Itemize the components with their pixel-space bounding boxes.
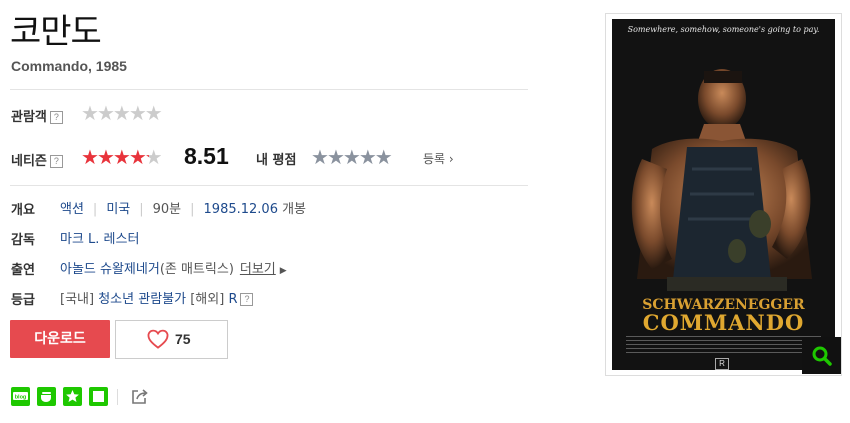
svg-text:blog: blog (15, 395, 27, 401)
download-button[interactable]: 다운로드 (10, 320, 110, 358)
audience-label-text: 관람객 (11, 110, 47, 125)
magnifier-icon (812, 346, 832, 366)
poster-credits (626, 336, 821, 356)
movie-poster[interactable]: Somewhere, somehow, someone's going to p… (612, 19, 835, 370)
chevron-right-icon: › (445, 152, 454, 166)
star-icon: ★ (81, 101, 99, 125)
star-icon: ★ (96, 145, 115, 169)
domestic-grade-link[interactable]: 청소년 관람불가 (98, 292, 186, 307)
star-icon: ★ (144, 145, 163, 169)
director-line: 마크 L. 레스터 (60, 228, 139, 247)
cast-label: 출연 (11, 263, 35, 278)
star-icon: ★ (128, 101, 147, 125)
poster-frame[interactable]: Somewhere, somehow, someone's going to p… (605, 13, 842, 376)
country-link[interactable]: 미국 (106, 202, 130, 217)
netizen-label-text: 네티즌 (11, 154, 47, 169)
netizen-rating-label: 네티즌? (11, 150, 63, 169)
separator: | (139, 202, 144, 217)
like-count: 75 (175, 331, 191, 347)
star-icon: ★ (96, 101, 115, 125)
poster-tagline: Somewhere, somehow, someone's going to p… (627, 25, 820, 34)
audience-stars: ★★★★★ (81, 101, 163, 125)
overseas-grade: R (228, 292, 238, 307)
poster-rating-mark: R (715, 358, 729, 370)
cast-link[interactable]: 아놀드 슈왈제네거 (60, 262, 160, 277)
zoom-button[interactable] (802, 337, 841, 374)
help-icon[interactable]: ? (49, 111, 63, 124)
heart-icon (147, 329, 169, 349)
help-icon[interactable]: ? (49, 155, 63, 168)
director-link[interactable]: 마크 L. 레스터 (60, 232, 139, 247)
genre-link[interactable]: 액션 (60, 202, 84, 217)
overseas-tag: [해외] (190, 292, 225, 307)
blog-icon[interactable]: blog (11, 387, 30, 406)
star-icon[interactable]: ★ (343, 145, 361, 169)
runtime: 90분 (152, 202, 182, 217)
release-date-link[interactable]: 1985.12.06 (204, 202, 278, 217)
domestic-tag: [국내] (60, 292, 95, 307)
star-icon[interactable]: ★ (311, 145, 329, 169)
grade-line: [국내] 청소년 관람불가 [해외] R? (60, 288, 254, 307)
star-icon: ★ (112, 145, 131, 169)
star-icon: ★ (81, 145, 99, 169)
divider (10, 185, 528, 186)
poster-film-title: COMMANDO (642, 310, 805, 335)
divider (117, 389, 118, 405)
help-icon[interactable]: ? (240, 293, 254, 306)
overview-line: 액션 | 미국 | 90분 | 1985.12.06 개봉 (60, 198, 306, 217)
release-suffix: 개봉 (277, 202, 307, 217)
register-label: 등록 (423, 152, 446, 166)
star-icon: ★ (128, 145, 147, 169)
register-rating-link[interactable]: 등록 › (423, 150, 454, 167)
caret-right-icon: ▶ (279, 266, 287, 276)
movie-title: 코만도 (10, 12, 102, 52)
star-icon[interactable]: ★ (359, 145, 377, 169)
netizen-score: 8.51 (184, 143, 229, 169)
separator: | (190, 202, 195, 217)
cafe-icon[interactable] (37, 387, 56, 406)
more-cast-link[interactable]: 더보기 (240, 262, 276, 277)
star-icon: ★ (144, 101, 163, 125)
star-icon: ★ (112, 101, 131, 125)
bookmark-icon[interactable] (63, 387, 82, 406)
my-rating-stars[interactable]: ★★★★★ (311, 145, 393, 169)
star-icon[interactable]: ★ (375, 145, 393, 169)
star-icon[interactable]: ★ (327, 145, 345, 169)
divider (10, 89, 528, 90)
like-button[interactable]: 75 (115, 320, 228, 359)
share-icon[interactable] (130, 387, 149, 406)
my-rating-label: 내 평점 (256, 153, 297, 168)
director-label: 감독 (11, 233, 35, 248)
movie-subtitle: Commando, 1985 (11, 58, 127, 74)
audience-rating-label: 관람객? (11, 106, 63, 125)
netizen-stars: ★★★★★ (81, 145, 163, 169)
cast-role: (존 매트릭스) (159, 262, 234, 277)
memo-icon[interactable] (89, 387, 108, 406)
overview-label: 개요 (11, 203, 35, 218)
grade-label: 등급 (11, 293, 35, 308)
separator: | (92, 202, 98, 217)
cast-line: 아놀드 슈왈제네거(존 매트릭스) 더보기 ▶ (60, 258, 287, 277)
